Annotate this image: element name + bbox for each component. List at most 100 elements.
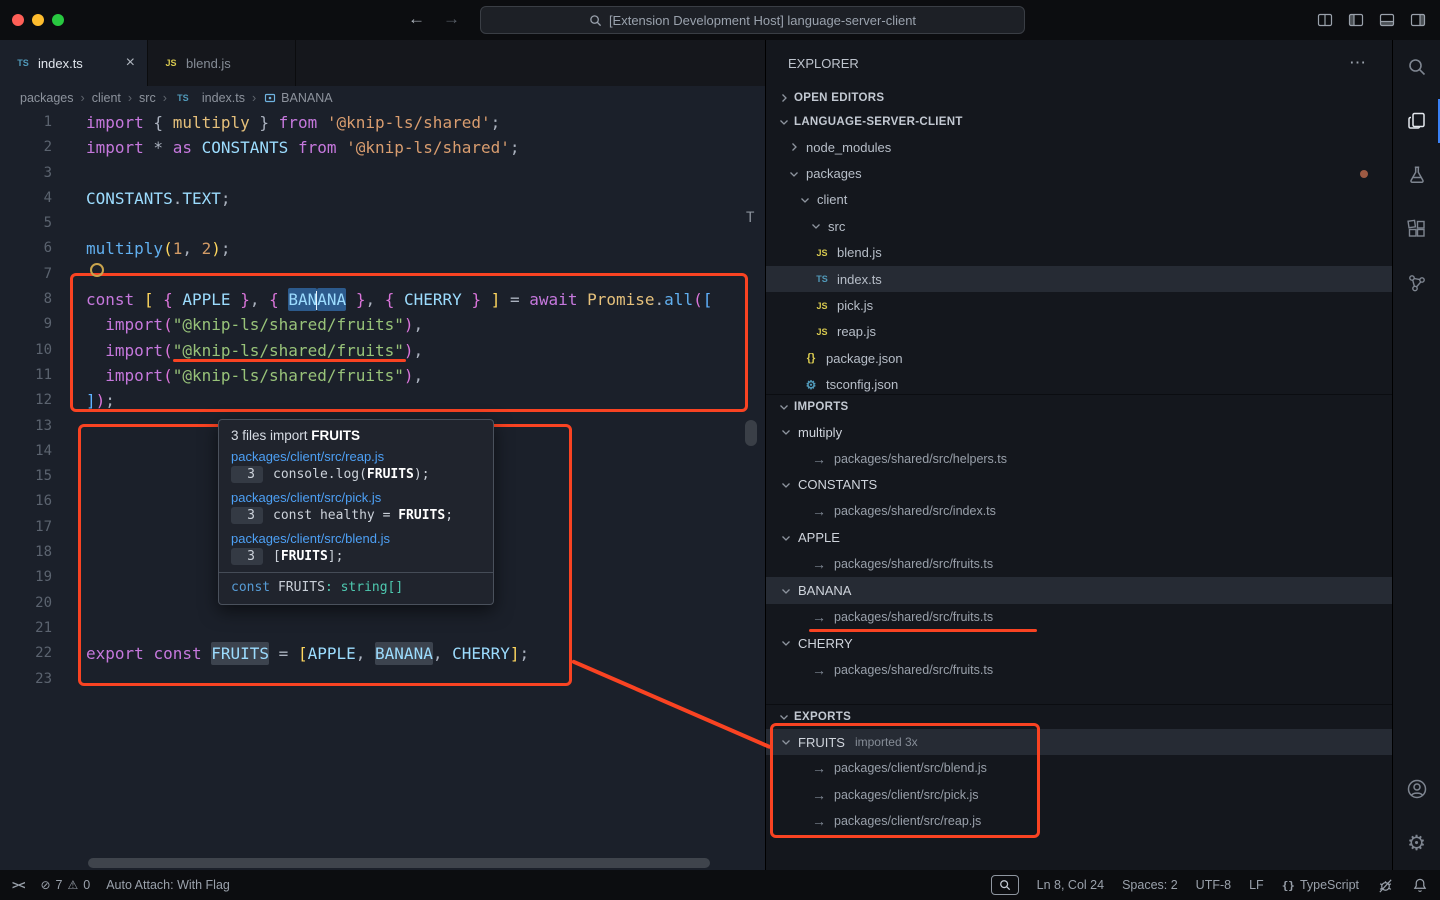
tree-item-apple[interactable]: APPLE xyxy=(766,525,1392,551)
tree-item-banana[interactable]: BANANA xyxy=(766,577,1392,603)
line-number: 5 xyxy=(0,211,52,236)
references-graph-icon[interactable] xyxy=(1393,256,1440,310)
language-status[interactable]: {} TypeScript xyxy=(1282,878,1359,892)
line-number: 6 xyxy=(0,236,52,261)
tooltip-code-row: 3[FRUITS]; xyxy=(231,548,481,565)
tree-item-reap-js[interactable]: JSreap.js xyxy=(766,319,1392,345)
js-file-icon: JS xyxy=(162,55,180,71)
editor-horizontal-scrollbar[interactable] xyxy=(88,858,710,868)
remote-icon: >< xyxy=(12,878,24,892)
command-center[interactable]: [Extension Development Host] language-se… xyxy=(480,6,1025,34)
toggle-secondary-sidebar-icon[interactable] xyxy=(1410,12,1426,28)
code-line[interactable]: 11 import("@knip-ls/shared/fruits"), xyxy=(0,363,765,388)
section-header-open-editors[interactable]: OPEN EDITORS xyxy=(766,86,1392,110)
customize-layout-icon[interactable] xyxy=(1317,12,1333,28)
section-header-exports[interactable]: EXPORTS xyxy=(766,704,1392,729)
explorer-activity-icon[interactable] xyxy=(1393,94,1440,148)
code-line[interactable]: 2import * as CONSTANTS from '@knip-ls/sh… xyxy=(0,135,765,160)
tree-ref-packages-client-src-blend-js[interactable]: →packages/client/src/blend.js xyxy=(766,755,1392,781)
tree-item-cherry[interactable]: CHERRY xyxy=(766,630,1392,656)
code-line[interactable]: 10 import("@knip-ls/shared/fruits"), xyxy=(0,338,765,363)
arrow-right-icon: → xyxy=(812,609,826,625)
tree-item-blend-js[interactable]: JSblend.js xyxy=(766,240,1392,266)
tree-ref-packages-shared-src-fruits-ts[interactable]: →packages/shared/src/fruits.ts xyxy=(766,657,1392,683)
tooltip-file-link[interactable]: packages/client/src/blend.js xyxy=(231,531,481,546)
tree-item-tsconfig-json[interactable]: ⚙tsconfig.json xyxy=(766,372,1392,394)
close-tab-icon[interactable]: × xyxy=(110,54,135,72)
minimize-window-button[interactable] xyxy=(32,14,44,26)
tree-ref-packages-shared-src-fruits-ts[interactable]: →packages/shared/src/fruits.ts xyxy=(766,604,1392,630)
problems-status[interactable]: ⊘ 7 ⚠ 0 xyxy=(40,878,90,892)
chevron-down-icon xyxy=(776,709,792,725)
arrow-right-icon: → xyxy=(812,451,826,467)
code-line[interactable]: 21 xyxy=(0,616,765,641)
breadcrumb-item-client[interactable]: client xyxy=(92,91,121,105)
breadcrumb-separator: › xyxy=(252,91,256,105)
code-line[interactable]: 5 xyxy=(0,211,765,236)
code-line[interactable]: 22export const FRUITS = [APPLE, BANANA, … xyxy=(0,641,765,666)
auto-attach-status[interactable]: Auto Attach: With Flag xyxy=(106,878,230,892)
tab-index.ts[interactable]: TSindex.ts× xyxy=(0,40,148,86)
tooltip-file-link[interactable]: packages/client/src/pick.js xyxy=(231,490,481,505)
tree-item-packages[interactable]: packages xyxy=(766,160,1392,186)
debug-disabled-icon[interactable] xyxy=(1377,877,1394,894)
toggle-panel-icon[interactable] xyxy=(1379,12,1395,28)
section-header-language-server-client[interactable]: LANGUAGE-SERVER-CLIENT xyxy=(766,110,1392,134)
tree-item-fruits[interactable]: FRUITSimported 3x xyxy=(766,729,1392,755)
line-number: 13 xyxy=(0,414,52,439)
zoom-window-button[interactable] xyxy=(52,14,64,26)
tree-item-multiply[interactable]: multiply xyxy=(766,419,1392,445)
tree-item-pick-js[interactable]: JSpick.js xyxy=(766,292,1392,318)
tree-item-client[interactable]: client xyxy=(766,187,1392,213)
breadcrumb-item-banana[interactable]: BANANA xyxy=(263,91,332,105)
tree-ref-packages-client-src-pick-js[interactable]: →packages/client/src/pick.js xyxy=(766,782,1392,808)
code-line[interactable]: 7 xyxy=(0,262,765,287)
code-line[interactable]: 9 import("@knip-ls/shared/fruits"), xyxy=(0,312,765,337)
tree-item-package-json[interactable]: {}package.json xyxy=(766,345,1392,371)
tree-ref-packages-client-src-reap-js[interactable]: →packages/client/src/reap.js xyxy=(766,808,1392,834)
notifications-icon[interactable] xyxy=(1412,877,1428,893)
code-line[interactable]: 6multiply(1, 2); xyxy=(0,236,765,261)
encoding-status[interactable]: UTF-8 xyxy=(1196,878,1231,892)
toggle-primary-sidebar-icon[interactable] xyxy=(1348,12,1364,28)
tree-ref-packages-shared-src-fruits-ts[interactable]: →packages/shared/src/fruits.ts xyxy=(766,551,1392,577)
breadcrumb-item-index-ts[interactable]: TSindex.ts xyxy=(174,90,245,106)
tree-ref-packages-shared-src-helpers-ts[interactable]: →packages/shared/src/helpers.ts xyxy=(766,445,1392,471)
editor-vertical-scrollbar[interactable] xyxy=(745,420,757,446)
code-line[interactable]: 3 xyxy=(0,161,765,186)
close-window-button[interactable] xyxy=(12,14,24,26)
tree-item-node-modules[interactable]: node_modules xyxy=(766,134,1392,160)
tab-blend.js[interactable]: JSblend.js xyxy=(148,40,296,86)
settings-gear-icon[interactable]: ⚙ xyxy=(1393,816,1440,870)
tooltip-file-link[interactable]: packages/client/src/reap.js xyxy=(231,449,481,464)
tree-ref-packages-shared-src-index-ts[interactable]: →packages/shared/src/index.ts xyxy=(766,498,1392,524)
accounts-icon[interactable] xyxy=(1393,762,1440,816)
code-text: export const FRUITS = [APPLE, BANANA, CH… xyxy=(86,641,529,666)
tree-item-src[interactable]: src xyxy=(766,213,1392,239)
line-number: 7 xyxy=(0,262,52,287)
indentation-status[interactable]: Spaces: 2 xyxy=(1122,878,1178,892)
more-actions-icon[interactable]: ⋯ xyxy=(1349,53,1366,73)
cursor-position-status[interactable]: Ln 8, Col 24 xyxy=(1037,878,1104,892)
remote-indicator[interactable]: >< xyxy=(12,878,24,892)
section-header-imports[interactable]: IMPORTS xyxy=(766,394,1392,419)
code-line[interactable]: 4CONSTANTS.TEXT; xyxy=(0,186,765,211)
extensions-activity-icon[interactable] xyxy=(1393,202,1440,256)
code-line[interactable]: 12]); xyxy=(0,388,765,413)
forward-button[interactable]: → xyxy=(443,9,460,29)
code-line[interactable]: 8const [ { APPLE }, { BANANA }, { CHERRY… xyxy=(0,287,765,312)
line-number: 21 xyxy=(0,616,52,641)
breadcrumb-item-src[interactable]: src xyxy=(139,91,156,105)
tree-item-index-ts[interactable]: TSindex.ts xyxy=(766,266,1392,292)
eol-status[interactable]: LF xyxy=(1249,878,1264,892)
testing-beaker-icon[interactable] xyxy=(1393,148,1440,202)
chevron-down-icon xyxy=(797,192,813,208)
tree-item-constants[interactable]: CONSTANTS xyxy=(766,472,1392,498)
back-button[interactable]: ← xyxy=(408,9,425,29)
chevron-down-icon xyxy=(778,635,794,651)
zoom-status-icon[interactable] xyxy=(991,875,1019,895)
code-line[interactable]: 23 xyxy=(0,667,765,692)
breadcrumb-item-packages[interactable]: packages xyxy=(20,91,74,105)
search-activity-icon[interactable] xyxy=(1393,40,1440,94)
code-line[interactable]: 1import { multiply } from '@knip-ls/shar… xyxy=(0,110,765,135)
